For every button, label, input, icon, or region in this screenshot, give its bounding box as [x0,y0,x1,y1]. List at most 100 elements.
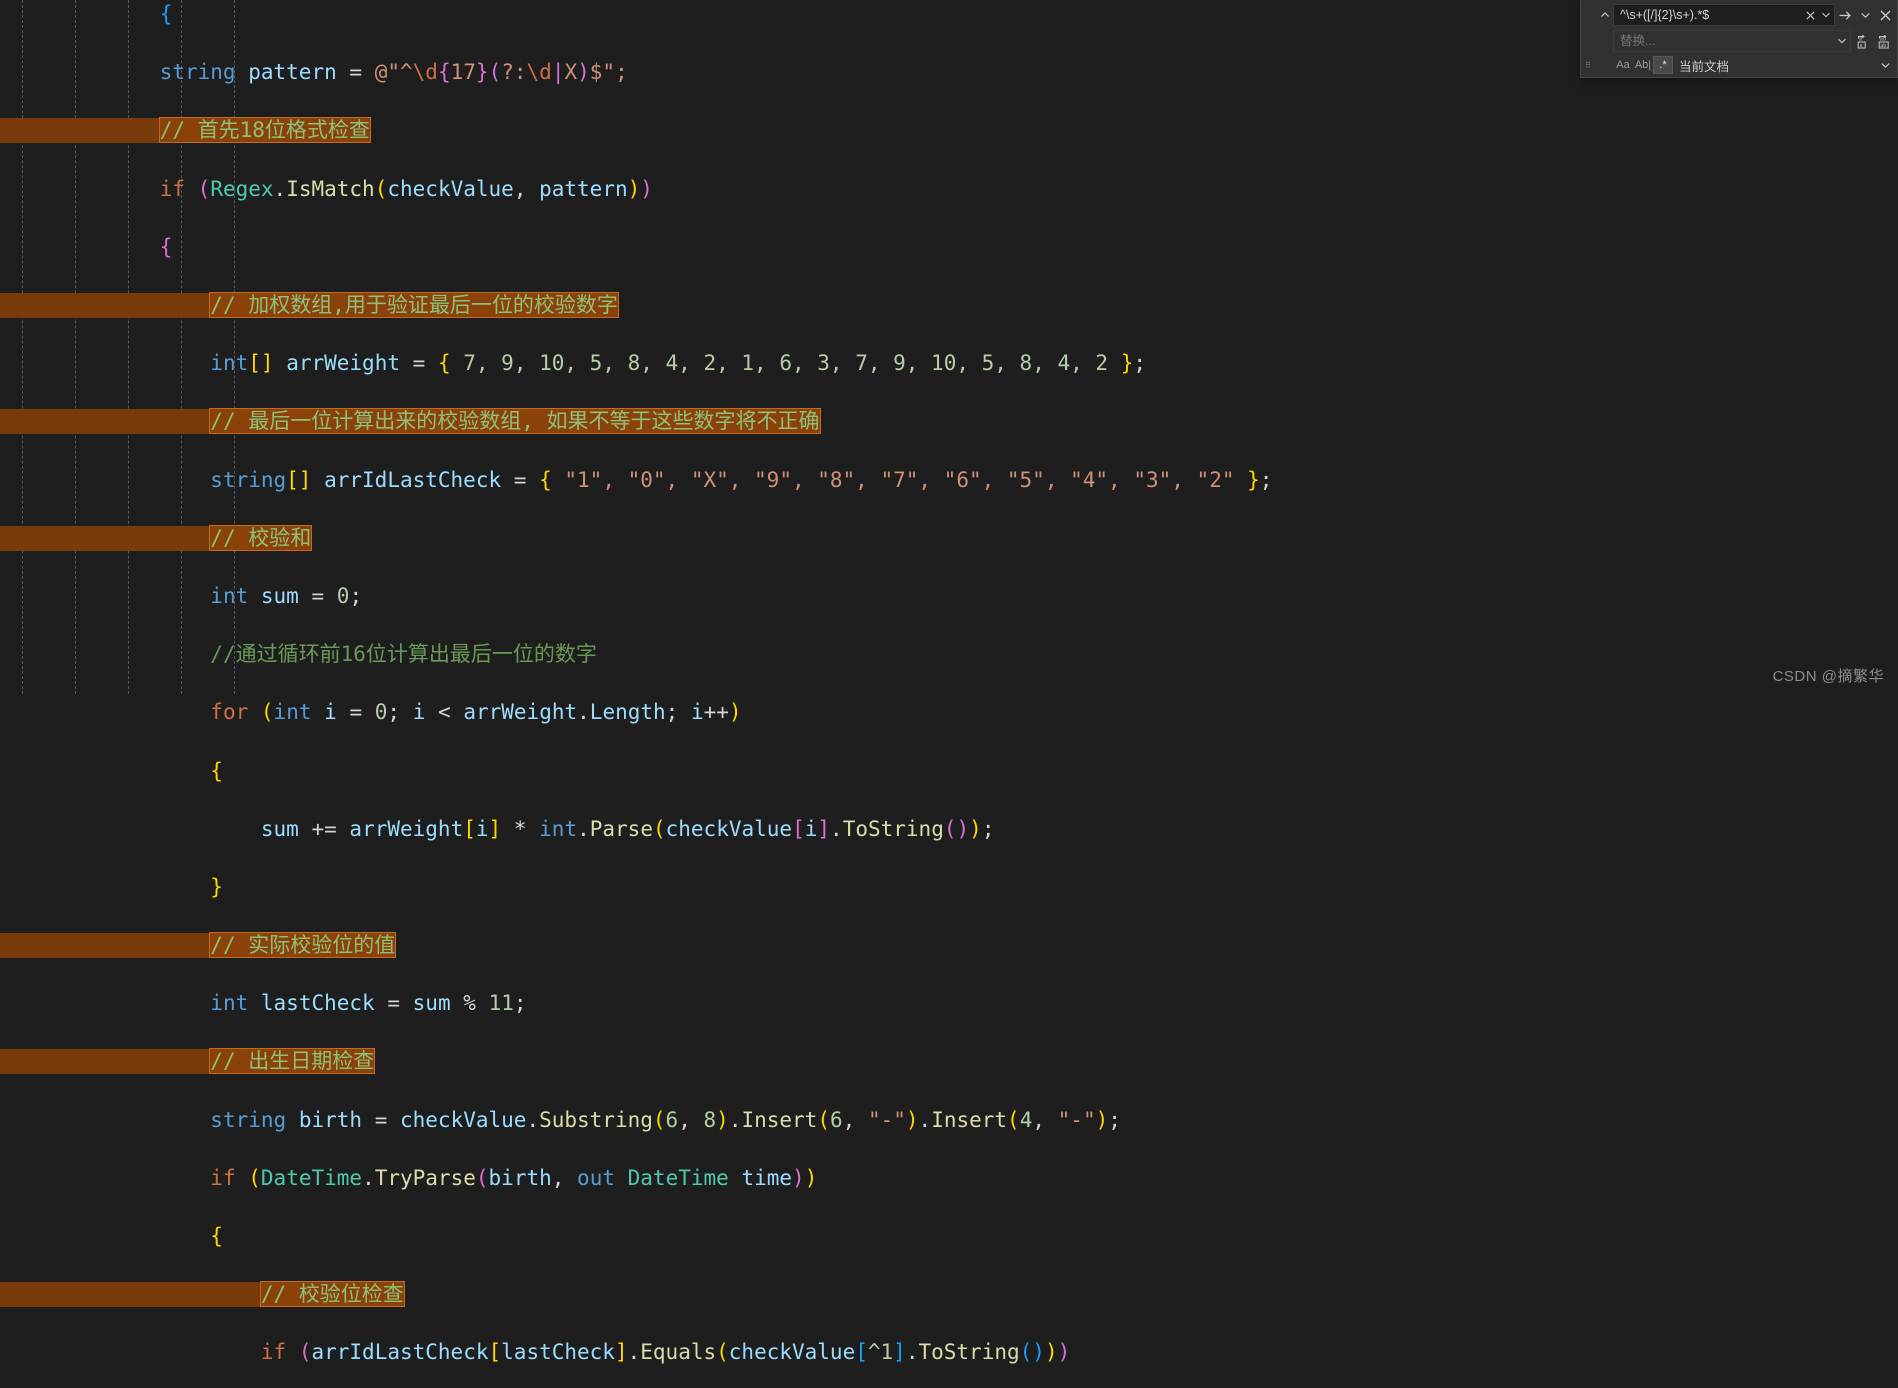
code-token: } [210,874,223,899]
use-regex-icon[interactable]: .* [1653,56,1673,74]
find-widget-resize-grip[interactable]: ⠿ [1581,0,1597,77]
code-line[interactable]: // 加权数组,用于验证最后一位的校验数字 [0,291,1898,320]
code-token: Parse [589,816,653,841]
code-token: i [412,700,426,725]
code-token: string [210,467,287,492]
code-line[interactable]: for (int i = 0; i < arrWeight.Length; i+… [0,698,1898,727]
search-history-chevron-down-icon[interactable] [1818,6,1834,24]
code-token: int [273,700,312,725]
code-line[interactable]: } [0,873,1898,902]
code-line[interactable]: int[] arrWeight = { 7, 9, 10, 5, 8, 4, 2… [0,349,1898,378]
code-token: ) [792,1165,805,1190]
replace-one-icon[interactable]: b a [1854,31,1874,51]
code-line-text: // 最后一位计算出来的校验数组, 如果不等于这些数字将不正确 [0,407,820,436]
find-options-chevron-down-icon[interactable] [1855,5,1875,25]
search-match-token: // 校验和 [210,525,312,550]
code-line[interactable]: // 出生日期检查 [0,1047,1898,1076]
code-line[interactable]: // 首先18位格式检查 [0,116,1898,145]
code-line[interactable]: int lastCheck = sum % 11; [0,989,1898,1018]
code-line[interactable]: { [0,1222,1898,1251]
code-token: ( [488,60,502,85]
code-token: ( [1019,1340,1033,1365]
find-options-row: Aa Ab| .* 当前文档 [1597,55,1895,75]
code-line[interactable]: if (arrIdLastCheck[lastCheck].Equals(che… [0,1338,1898,1367]
replace-input[interactable] [1614,34,1834,48]
code-token: [ [855,1340,868,1365]
code-token: Regex [210,176,274,201]
code-token: arrWeight [349,816,464,841]
close-find-widget-close-icon[interactable] [1875,5,1895,25]
code-line[interactable]: if (DateTime.TryParse(birth, out DateTim… [0,1164,1898,1193]
code-line[interactable]: string[] arrIdLastCheck = { "1", "0", "X… [0,466,1898,495]
code-line[interactable]: // 校验位检查 [0,1280,1898,1309]
find-input-container[interactable] [1613,4,1835,26]
code-token: ( [475,1165,489,1190]
find-input[interactable] [1614,8,1802,22]
code-token: ( [943,816,957,841]
code-token: ; [665,700,691,725]
code-line[interactable]: { [0,233,1898,262]
code-line-text: string pattern = @"^\d{17}(?:\d|X)$"; [0,58,628,87]
code-token: $"; [589,60,628,85]
code-line[interactable]: // 最后一位计算出来的校验数组, 如果不等于这些数字将不正确 [0,407,1898,436]
code-token: ] [614,1340,628,1365]
code-line-text: int[] arrWeight = { 7, 9, 10, 5, 8, 4, 2… [0,349,1146,378]
code-token: , [551,1165,578,1190]
code-line[interactable]: { [0,757,1898,786]
code-line[interactable]: int sum = 0; [0,582,1898,611]
code-token: "-" [867,1107,906,1132]
code-editor[interactable]: { string pattern = @"^\d{17}(?:\d|X)$"; … [0,0,1898,1364]
code-token: = [349,700,363,725]
code-token: i [690,700,704,725]
find-replace-widget[interactable]: ⠿ ^\s+([/]{2}\s+).*$ 替换... b a ab ab Aa … [1580,0,1898,78]
replace-input-container[interactable] [1613,30,1851,52]
replace-history-chevron-down-icon[interactable] [1834,32,1850,50]
code-token: arrWeight [286,351,400,376]
svg-text:a: a [1859,42,1862,48]
code-token: Insert [741,1107,818,1132]
scope-dropdown-chevron-down-icon[interactable] [1875,55,1895,75]
code-token: checkValue [728,1340,856,1365]
code-content[interactable]: { string pattern = @"^\d{17}(?:\d|X)$"; … [0,0,1898,1364]
code-token: { [539,467,552,492]
replace-all-icon[interactable]: ab ab [1875,31,1895,51]
code-token: Equals [640,1340,717,1365]
clear-search-close-icon[interactable] [1802,6,1818,24]
match-whole-word-icon[interactable]: Ab| [1633,56,1653,74]
match-case-icon[interactable]: Aa [1613,56,1633,74]
code-token: . [728,1107,742,1132]
code-token: } [475,60,489,85]
code-line[interactable]: if (Regex.IsMatch(checkValue, pattern)) [0,175,1898,204]
find-next-arrow-right-icon[interactable] [1835,5,1855,25]
code-token: 17 [450,60,476,85]
code-token: checkValue [665,816,793,841]
code-line[interactable]: //通过循环前16位计算出最后一位的数字 [0,640,1898,669]
code-line[interactable]: // 实际校验位的值 [0,931,1898,960]
code-line-text: // 出生日期检查 [0,1047,375,1076]
code-line[interactable]: sum += arrWeight[i] * int.Parse(checkVal… [0,815,1898,844]
code-token: ) [728,700,742,725]
code-line[interactable]: string birth = checkValue.Substring(6, 8… [0,1106,1898,1135]
code-token: Length [589,700,666,725]
code-line[interactable]: // 校验和 [0,524,1898,553]
code-token: [ [488,1340,502,1365]
toggle-replace-chevron-up-icon[interactable] [1597,4,1613,26]
code-token: "-" [1057,1107,1096,1132]
